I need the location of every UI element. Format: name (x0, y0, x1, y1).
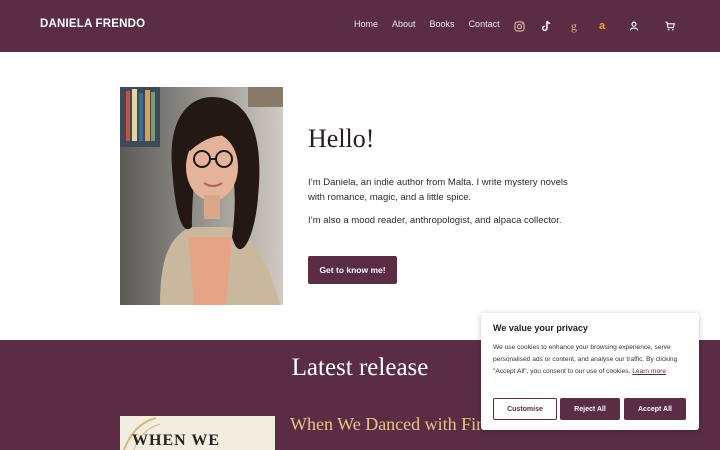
accept-all-button[interactable]: Accept All (624, 398, 686, 420)
tiktok-icon[interactable] (539, 19, 553, 33)
nav-about[interactable]: About (392, 19, 416, 29)
site-header: DANIELA FRENDO Home About Books Contact … (0, 0, 720, 52)
brand-logo[interactable]: DANIELA FRENDO (40, 18, 145, 30)
book-title[interactable]: When We Danced with Fire (290, 414, 490, 435)
nav-home[interactable]: Home (354, 19, 378, 29)
hero-intro-text: I’m Daniela, an indie author from Malta.… (308, 177, 568, 203)
author-photo (120, 87, 283, 305)
learn-more-link[interactable]: Learn more (632, 368, 666, 375)
reject-all-button[interactable]: Reject All (560, 398, 620, 420)
nav-contact[interactable]: Contact (469, 19, 500, 29)
customise-button[interactable]: Customise (493, 398, 557, 420)
cookie-title: We value your privacy (493, 323, 588, 333)
user-icon[interactable] (627, 19, 641, 33)
nav-books[interactable]: Books (430, 19, 455, 29)
hero-secondary-text: I’m also a mood reader, anthropologist, … (308, 215, 562, 226)
header-icons: g a (512, 19, 682, 33)
cookie-description: We use cookies to enhance your browsing … (493, 342, 693, 378)
goodreads-icon[interactable]: g (567, 19, 581, 33)
book-cover-text: WHEN WE (132, 432, 221, 449)
cart-icon[interactable] (663, 19, 677, 33)
cookie-consent-banner: We value your privacy We use cookies to … (481, 313, 699, 430)
instagram-icon[interactable] (512, 19, 526, 33)
get-to-know-me-button[interactable]: Get to know me! (308, 256, 397, 284)
amazon-icon[interactable]: a (595, 19, 609, 33)
hero-heading: Hello! (308, 124, 375, 153)
main-nav: Home About Books Contact (354, 19, 500, 29)
book-cover[interactable]: WHEN WE (120, 416, 275, 450)
